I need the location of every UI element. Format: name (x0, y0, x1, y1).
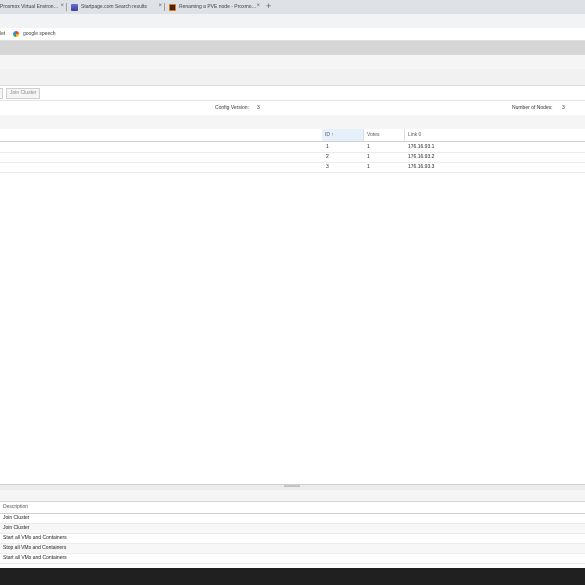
task-row[interactable]: Join Cluster (0, 514, 585, 524)
task-grid-header: Description (0, 502, 585, 514)
content-title-bar (0, 55, 585, 70)
cell-link: 176.16.93.3 (408, 164, 435, 170)
cell-id: 2 (326, 154, 329, 160)
task-row[interactable]: Start all VMs and Containers (0, 534, 585, 544)
tab-title: Renaming a PVE node - Proxmo… (179, 4, 257, 10)
column-header-id[interactable]: ID ↑ (322, 129, 363, 141)
app-header (0, 41, 585, 55)
close-icon[interactable]: × (256, 3, 260, 9)
task-description: Start all VMs and Containers (3, 555, 67, 561)
bookmark-label: let (0, 31, 6, 37)
cluster-toolbar: Join Cluster (0, 86, 585, 101)
task-row[interactable]: Start all VMs and Containers (0, 554, 585, 564)
task-description: Start all VMs and Containers (3, 535, 67, 541)
close-icon[interactable]: × (158, 3, 162, 9)
tab-renaming-node[interactable]: Renaming a PVE node - Proxmo… × (169, 1, 262, 13)
cell-votes: 1 (367, 154, 370, 160)
task-description: Stop all VMs and Containers (3, 545, 67, 551)
cell-id: 3 (326, 164, 329, 170)
tab-separator (66, 3, 67, 11)
table-row[interactable]: 3 1 176.16.93.3 (0, 162, 585, 173)
tab-title: Proxmox Virtual Environ… (0, 4, 59, 10)
panel-header (0, 69, 585, 86)
tab-title: Startpage.com Search results (81, 4, 147, 10)
task-row[interactable]: Stop all VMs and Containers (0, 544, 585, 554)
cluster-info-row: Config Version: 3 Number of Nodes: 3 (0, 101, 585, 116)
config-version-value: 3 (257, 105, 260, 111)
splitter-handle[interactable] (284, 485, 300, 487)
config-version-label: Config Version: (215, 105, 249, 111)
task-row[interactable]: Join Cluster (0, 524, 585, 534)
task-description: Join Cluster (3, 525, 30, 531)
nodes-panel-header (0, 115, 585, 130)
address-bar[interactable] (0, 14, 585, 29)
close-icon[interactable]: × (60, 3, 64, 9)
startpage-favicon-icon (71, 3, 78, 11)
tab-separator (164, 3, 165, 11)
new-tab-icon[interactable]: + (266, 1, 271, 11)
number-of-nodes-value: 3 (562, 105, 565, 111)
task-description: Join Cluster (3, 515, 30, 521)
column-header-votes[interactable]: Votes (364, 129, 404, 141)
bookmark-label: google speech (23, 31, 56, 37)
bookmark-item[interactable]: let (0, 31, 5, 37)
cell-link: 176.16.93.1 (408, 144, 435, 150)
tab-startpage[interactable]: Startpage.com Search results × (71, 1, 165, 13)
column-header-description[interactable]: Description (0, 502, 585, 513)
task-log-header (0, 490, 585, 502)
os-taskbar (0, 568, 585, 585)
join-cluster-button[interactable]: Join Cluster (6, 88, 41, 99)
number-of-nodes-label: Number of Nodes: (512, 105, 553, 111)
bookmark-google-speech[interactable]: google speech (13, 31, 56, 37)
cell-id: 1 (326, 144, 329, 150)
cell-votes: 1 (367, 164, 370, 170)
column-header-link0[interactable]: Link 0 (405, 129, 585, 141)
browser-tabstrip: Proxmox Virtual Environ… × Startpage.com… (0, 0, 585, 14)
tab-proxmox[interactable]: Proxmox Virtual Environ… × (0, 1, 67, 13)
cell-link: 176.16.93.2 (408, 154, 435, 160)
cell-votes: 1 (367, 144, 370, 150)
nodes-grid-header: ID ↑ Votes Link 0 (0, 129, 585, 142)
bookmarks-bar: let google speech (0, 28, 585, 41)
google-icon (13, 31, 19, 37)
forum-favicon-icon (169, 3, 176, 11)
create-cluster-button[interactable] (0, 88, 3, 99)
